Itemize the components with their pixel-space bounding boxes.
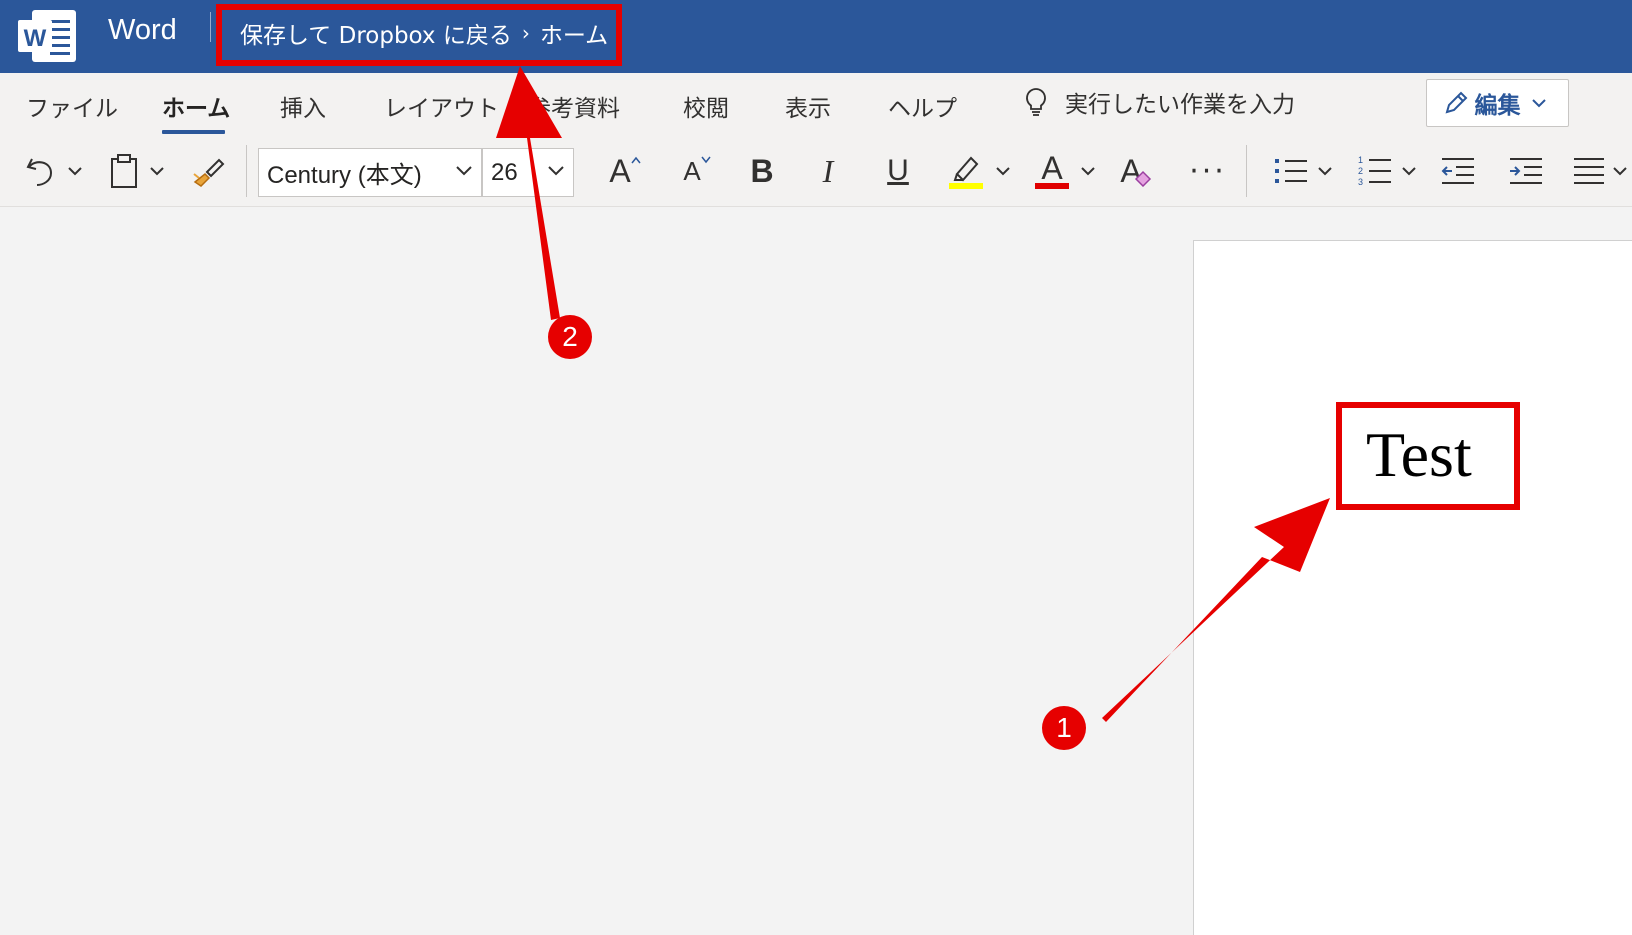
toolbar-divider bbox=[1246, 145, 1247, 197]
pencil-icon bbox=[1445, 91, 1467, 114]
chevron-down-icon bbox=[1613, 167, 1627, 176]
numbered-list-icon: 1 2 3 bbox=[1358, 155, 1391, 187]
ribbon-tabs: ファイル ホーム 挿入 レイアウト 参考資料 校閲 表示 ヘルプ 実行したい作業… bbox=[0, 73, 1632, 137]
paste-button[interactable] bbox=[104, 149, 170, 193]
align-button[interactable] bbox=[1572, 149, 1632, 193]
chevron-down-icon bbox=[68, 167, 82, 176]
italic-glyph: I bbox=[822, 152, 834, 189]
font-name-value: Century (本文) bbox=[267, 162, 422, 189]
clear-formatting-button[interactable]: A bbox=[1112, 149, 1160, 193]
tab-layout[interactable]: レイアウト bbox=[384, 89, 499, 123]
font-color-bar bbox=[1035, 183, 1069, 189]
chevron-down-icon bbox=[1081, 167, 1095, 176]
tab-references[interactable]: 参考資料 bbox=[528, 89, 620, 123]
caret-down-icon bbox=[701, 156, 711, 164]
document-page[interactable] bbox=[1193, 240, 1632, 935]
svg-text:2: 2 bbox=[1358, 166, 1363, 176]
annotation-highlight-breadcrumb bbox=[216, 4, 622, 66]
annotation-badge-1: 1 bbox=[1042, 706, 1086, 750]
lightbulb-icon bbox=[1026, 88, 1046, 116]
font-color-swatch: A bbox=[1034, 150, 1070, 189]
shrink-font-button[interactable]: A bbox=[672, 149, 722, 193]
undo-button[interactable] bbox=[20, 149, 86, 193]
grow-font-glyph: A bbox=[609, 152, 631, 189]
grow-font-button[interactable]: A bbox=[600, 149, 650, 193]
numbering-button[interactable]: 1 2 3 bbox=[1352, 149, 1422, 193]
annotation-highlight-text bbox=[1336, 402, 1520, 510]
highlight-color-button[interactable] bbox=[944, 149, 1014, 193]
eraser-icon bbox=[1134, 170, 1151, 187]
app-name: Word bbox=[108, 14, 177, 46]
underline-button[interactable]: U bbox=[876, 149, 920, 193]
toolbar-divider bbox=[246, 145, 247, 197]
shrink-font-glyph: A bbox=[683, 155, 701, 186]
italic-button[interactable]: I bbox=[806, 149, 850, 193]
chevron-down-icon bbox=[548, 166, 564, 176]
chevron-down-icon bbox=[1318, 167, 1332, 176]
more-glyph: ··· bbox=[1189, 153, 1227, 189]
chevron-down-icon bbox=[150, 167, 164, 176]
clipboard-icon bbox=[111, 154, 137, 188]
tell-me-placeholder: 実行したい作業を入力 bbox=[1065, 92, 1295, 118]
increase-indent-button[interactable] bbox=[1504, 149, 1548, 193]
chevron-down-icon bbox=[1531, 99, 1546, 108]
active-tab-indicator bbox=[162, 130, 225, 134]
chevron-down-icon bbox=[1402, 167, 1416, 176]
chevron-down-icon bbox=[996, 167, 1010, 176]
tab-file[interactable]: ファイル bbox=[26, 89, 118, 123]
tell-me-search[interactable]: 実行したい作業を入力 bbox=[1025, 85, 1295, 119]
highlighter-icon bbox=[949, 156, 983, 189]
caret-up-icon bbox=[631, 156, 641, 164]
font-size-value: 26 bbox=[491, 158, 518, 186]
chevron-down-icon bbox=[456, 166, 472, 176]
svg-text:1: 1 bbox=[1358, 155, 1363, 165]
annotation-badge-2: 2 bbox=[548, 315, 592, 359]
word-logo-icon[interactable]: W bbox=[16, 8, 80, 64]
format-painter-button[interactable] bbox=[186, 149, 230, 193]
font-name-select[interactable]: Century (本文) bbox=[258, 148, 482, 197]
underline-glyph: U bbox=[887, 154, 909, 187]
font-size-select[interactable]: 26 bbox=[482, 148, 574, 197]
bold-button[interactable]: B bbox=[740, 149, 784, 193]
undo-icon bbox=[26, 158, 53, 186]
increase-indent-icon bbox=[1510, 158, 1542, 184]
bullet-list-icon bbox=[1275, 159, 1307, 183]
svg-text:W: W bbox=[24, 25, 47, 52]
title-divider bbox=[210, 12, 211, 42]
edit-mode-label: 編集 bbox=[1474, 93, 1521, 119]
font-color-glyph: A bbox=[1041, 150, 1063, 186]
align-justify-icon bbox=[1574, 158, 1604, 184]
edit-mode-button[interactable]: 編集 bbox=[1426, 79, 1569, 127]
bullets-button[interactable] bbox=[1268, 149, 1338, 193]
tab-insert[interactable]: 挿入 bbox=[280, 89, 326, 123]
svg-text:3: 3 bbox=[1358, 177, 1363, 187]
tab-help[interactable]: ヘルプ bbox=[888, 89, 957, 123]
decrease-indent-icon bbox=[1441, 158, 1474, 184]
paintbrush-icon bbox=[193, 158, 225, 187]
more-options-button[interactable]: ··· bbox=[1180, 149, 1236, 193]
decrease-indent-button[interactable] bbox=[1436, 149, 1480, 193]
bold-glyph: B bbox=[750, 152, 774, 189]
tab-view[interactable]: 表示 bbox=[785, 89, 831, 123]
font-color-button[interactable]: A bbox=[1030, 149, 1100, 193]
tab-home[interactable]: ホーム bbox=[162, 89, 230, 123]
tab-review[interactable]: 校閲 bbox=[683, 89, 729, 123]
ribbon-toolbar: Century (本文) 26 A A B I U A A ··· 1 2 3 bbox=[0, 137, 1632, 207]
